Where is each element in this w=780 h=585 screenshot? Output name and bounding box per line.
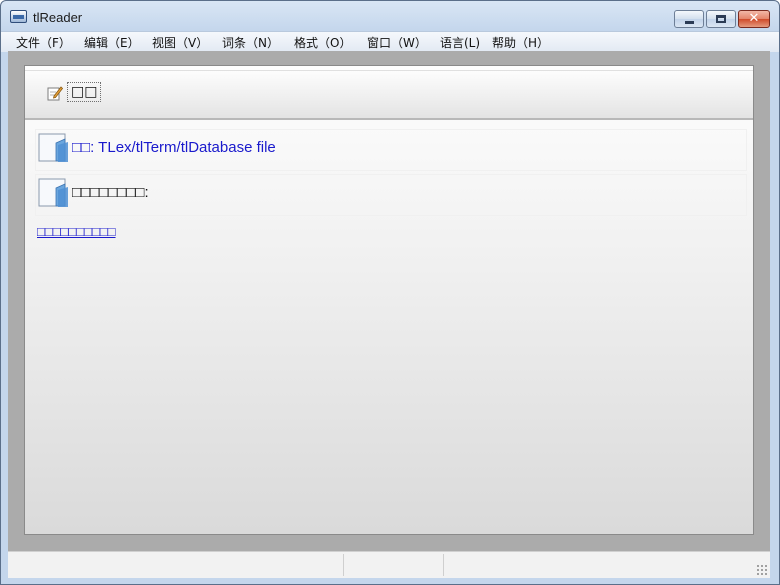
status-pane-1 xyxy=(8,554,343,576)
open-recent-row[interactable]: □□□□□□□□: xyxy=(35,174,747,216)
minimize-icon xyxy=(685,21,694,24)
file-icon xyxy=(38,133,68,162)
app-icon[interactable] xyxy=(10,10,27,23)
start-page: □□ □□: TLex/tlTerm/tlDatabase file □□□□□… xyxy=(24,65,754,535)
menu-help[interactable]: 帮助（H） xyxy=(492,34,549,51)
close-button[interactable]: ✕ xyxy=(738,10,770,28)
client-area: □□ □□: TLex/tlTerm/tlDatabase file □□□□□… xyxy=(8,51,770,551)
menu-language[interactable]: 语言(L) xyxy=(440,34,480,51)
menu-view[interactable]: 视图（V） xyxy=(152,34,208,51)
page-toolbar: □□ xyxy=(25,70,753,120)
minimize-button[interactable] xyxy=(674,10,704,28)
status-pane-3 xyxy=(443,554,770,576)
open-recent-text: □□□□□□□□: xyxy=(72,184,149,201)
menu-entry[interactable]: 词条（N） xyxy=(222,34,279,51)
title-bar[interactable]: tlReader ✕ xyxy=(1,1,779,31)
edit-icon[interactable] xyxy=(47,85,63,101)
window-title: tlReader xyxy=(33,10,83,25)
menu-bar: 文件（F） 编辑（E） 视图（V） 词条（N） 格式（O） 窗口（W） 语言(L… xyxy=(1,31,779,52)
file-type-text: □□: TLex/tlTerm/tlDatabase file xyxy=(72,139,276,156)
toolbar-label[interactable]: □□ xyxy=(67,82,102,102)
resize-grip[interactable] xyxy=(756,564,768,576)
menu-edit[interactable]: 编辑（E） xyxy=(84,34,140,51)
maximize-icon xyxy=(716,15,726,23)
menu-window[interactable]: 窗口（W） xyxy=(367,34,427,51)
maximize-button[interactable] xyxy=(706,10,736,28)
status-pane-2 xyxy=(343,554,443,576)
action-link[interactable]: □□□□□□□□□□ xyxy=(37,224,116,239)
menu-file[interactable]: 文件（F） xyxy=(16,34,71,51)
folder-icon xyxy=(38,178,68,207)
close-icon: ✕ xyxy=(748,11,760,26)
menu-format[interactable]: 格式（O） xyxy=(294,34,351,51)
status-bar xyxy=(8,551,770,578)
file-type-row[interactable]: □□: TLex/tlTerm/tlDatabase file xyxy=(35,129,747,171)
